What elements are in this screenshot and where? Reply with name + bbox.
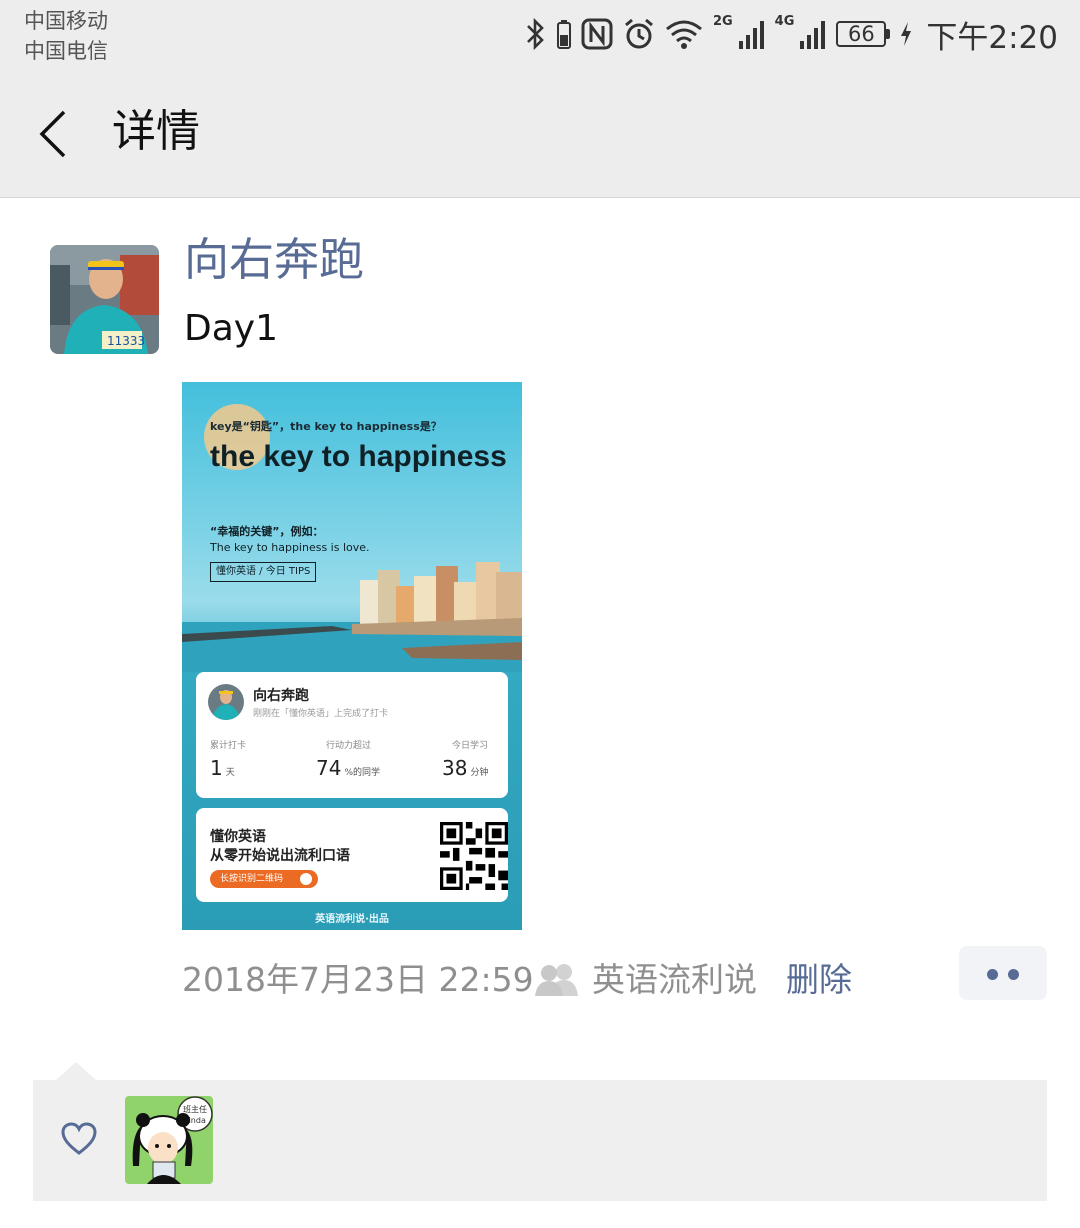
author-avatar[interactable]: 11333 [50, 245, 159, 354]
wifi-icon [665, 20, 702, 49]
carrier-1: 中国移动 [24, 9, 108, 33]
stat-value: 1天 [210, 756, 235, 780]
promo-title: 懂你英语 [210, 829, 266, 845]
card-name: 向右奔跑 [253, 688, 309, 704]
promo-card: 懂你英语 从零开始说出流利口语 长按识别二维码 [196, 808, 508, 902]
runner-photo: 11333 [50, 245, 159, 354]
svg-text:班主任: 班主任 [183, 1104, 207, 1114]
stat-label: 今日学习 [452, 741, 489, 751]
image-footer: 英语流利说·出品 [315, 914, 389, 925]
promo-button: 长按识别二维码 [210, 870, 318, 888]
image-headline: the key to happiness [210, 440, 507, 473]
promo-subtitle: 从零开始说出流利口语 [210, 848, 350, 864]
stat-label: 累计打卡 [210, 741, 247, 751]
carrier-2: 中国电信 [24, 39, 108, 63]
liker-avatar[interactable]: 班主任 Linda [125, 1096, 213, 1184]
qr-code-icon [440, 822, 508, 890]
title-bar: 详情 [0, 74, 1080, 198]
coastal-town-illustration [182, 562, 522, 672]
signal-1-label: 2G [712, 14, 733, 29]
alarm-icon [624, 18, 653, 49]
nfc-icon [581, 18, 613, 50]
back-button[interactable] [30, 104, 80, 164]
status-icons: 2G 4G 66 下午2:20 [525, 12, 1058, 56]
stat-value: 74 %的同学 [316, 756, 381, 780]
checkin-card: 向右奔跑 刚刚在「懂你英语」上完成了打卡 累计打卡 1天 行动力超过 74 %的同… [196, 672, 508, 798]
image-meaning: “幸福的关键”，例如： [210, 525, 324, 538]
delete-button[interactable]: 删除 [786, 958, 852, 1002]
card-subtitle: 刚刚在「懂你英语」上完成了打卡 [253, 709, 389, 719]
more-dots-icon[interactable] [959, 946, 1047, 1000]
author-name[interactable]: 向右奔跑 [184, 232, 364, 288]
image-question: key是“钥匙”，the key to happiness是？ [210, 420, 442, 433]
charging-icon [901, 22, 912, 46]
battery-level: 66 [836, 21, 887, 47]
stat-value: 38 分钟 [442, 756, 489, 780]
likes-panel: 班主任 Linda [33, 1080, 1047, 1201]
chevron-left-icon [39, 110, 66, 158]
svg-text:11333: 11333 [107, 334, 145, 348]
post-text: Day1 [184, 308, 278, 349]
group-visibility-icon [535, 964, 578, 996]
bluetooth-icon [527, 17, 544, 51]
signal-2-icon [800, 21, 826, 49]
carrier-info: 中国移动 中国电信 [24, 6, 108, 66]
play-icon [300, 873, 312, 885]
battery-small-icon [556, 20, 571, 49]
signal-1-icon [738, 21, 764, 49]
stat-label: 行动力超过 [326, 741, 372, 751]
card-avatar [208, 684, 244, 720]
battery-indicator: 66 [836, 21, 891, 47]
page-title: 详情 [112, 106, 200, 157]
shared-image[interactable]: key是“钥匙”，the key to happiness是？ the key … [182, 382, 522, 930]
post-source[interactable]: 英语流利说 [592, 958, 757, 1002]
clock: 下午2:20 [926, 19, 1058, 56]
heart-outline-icon [61, 1122, 97, 1155]
status-bar: 中国移动 中国电信 2G 4G 66 下午2:20 [0, 0, 1080, 74]
post-timestamp: 2018年7月23日 22:59 [182, 960, 534, 999]
likes-pointer [56, 1062, 96, 1080]
signal-2-label: 4G [774, 14, 795, 29]
